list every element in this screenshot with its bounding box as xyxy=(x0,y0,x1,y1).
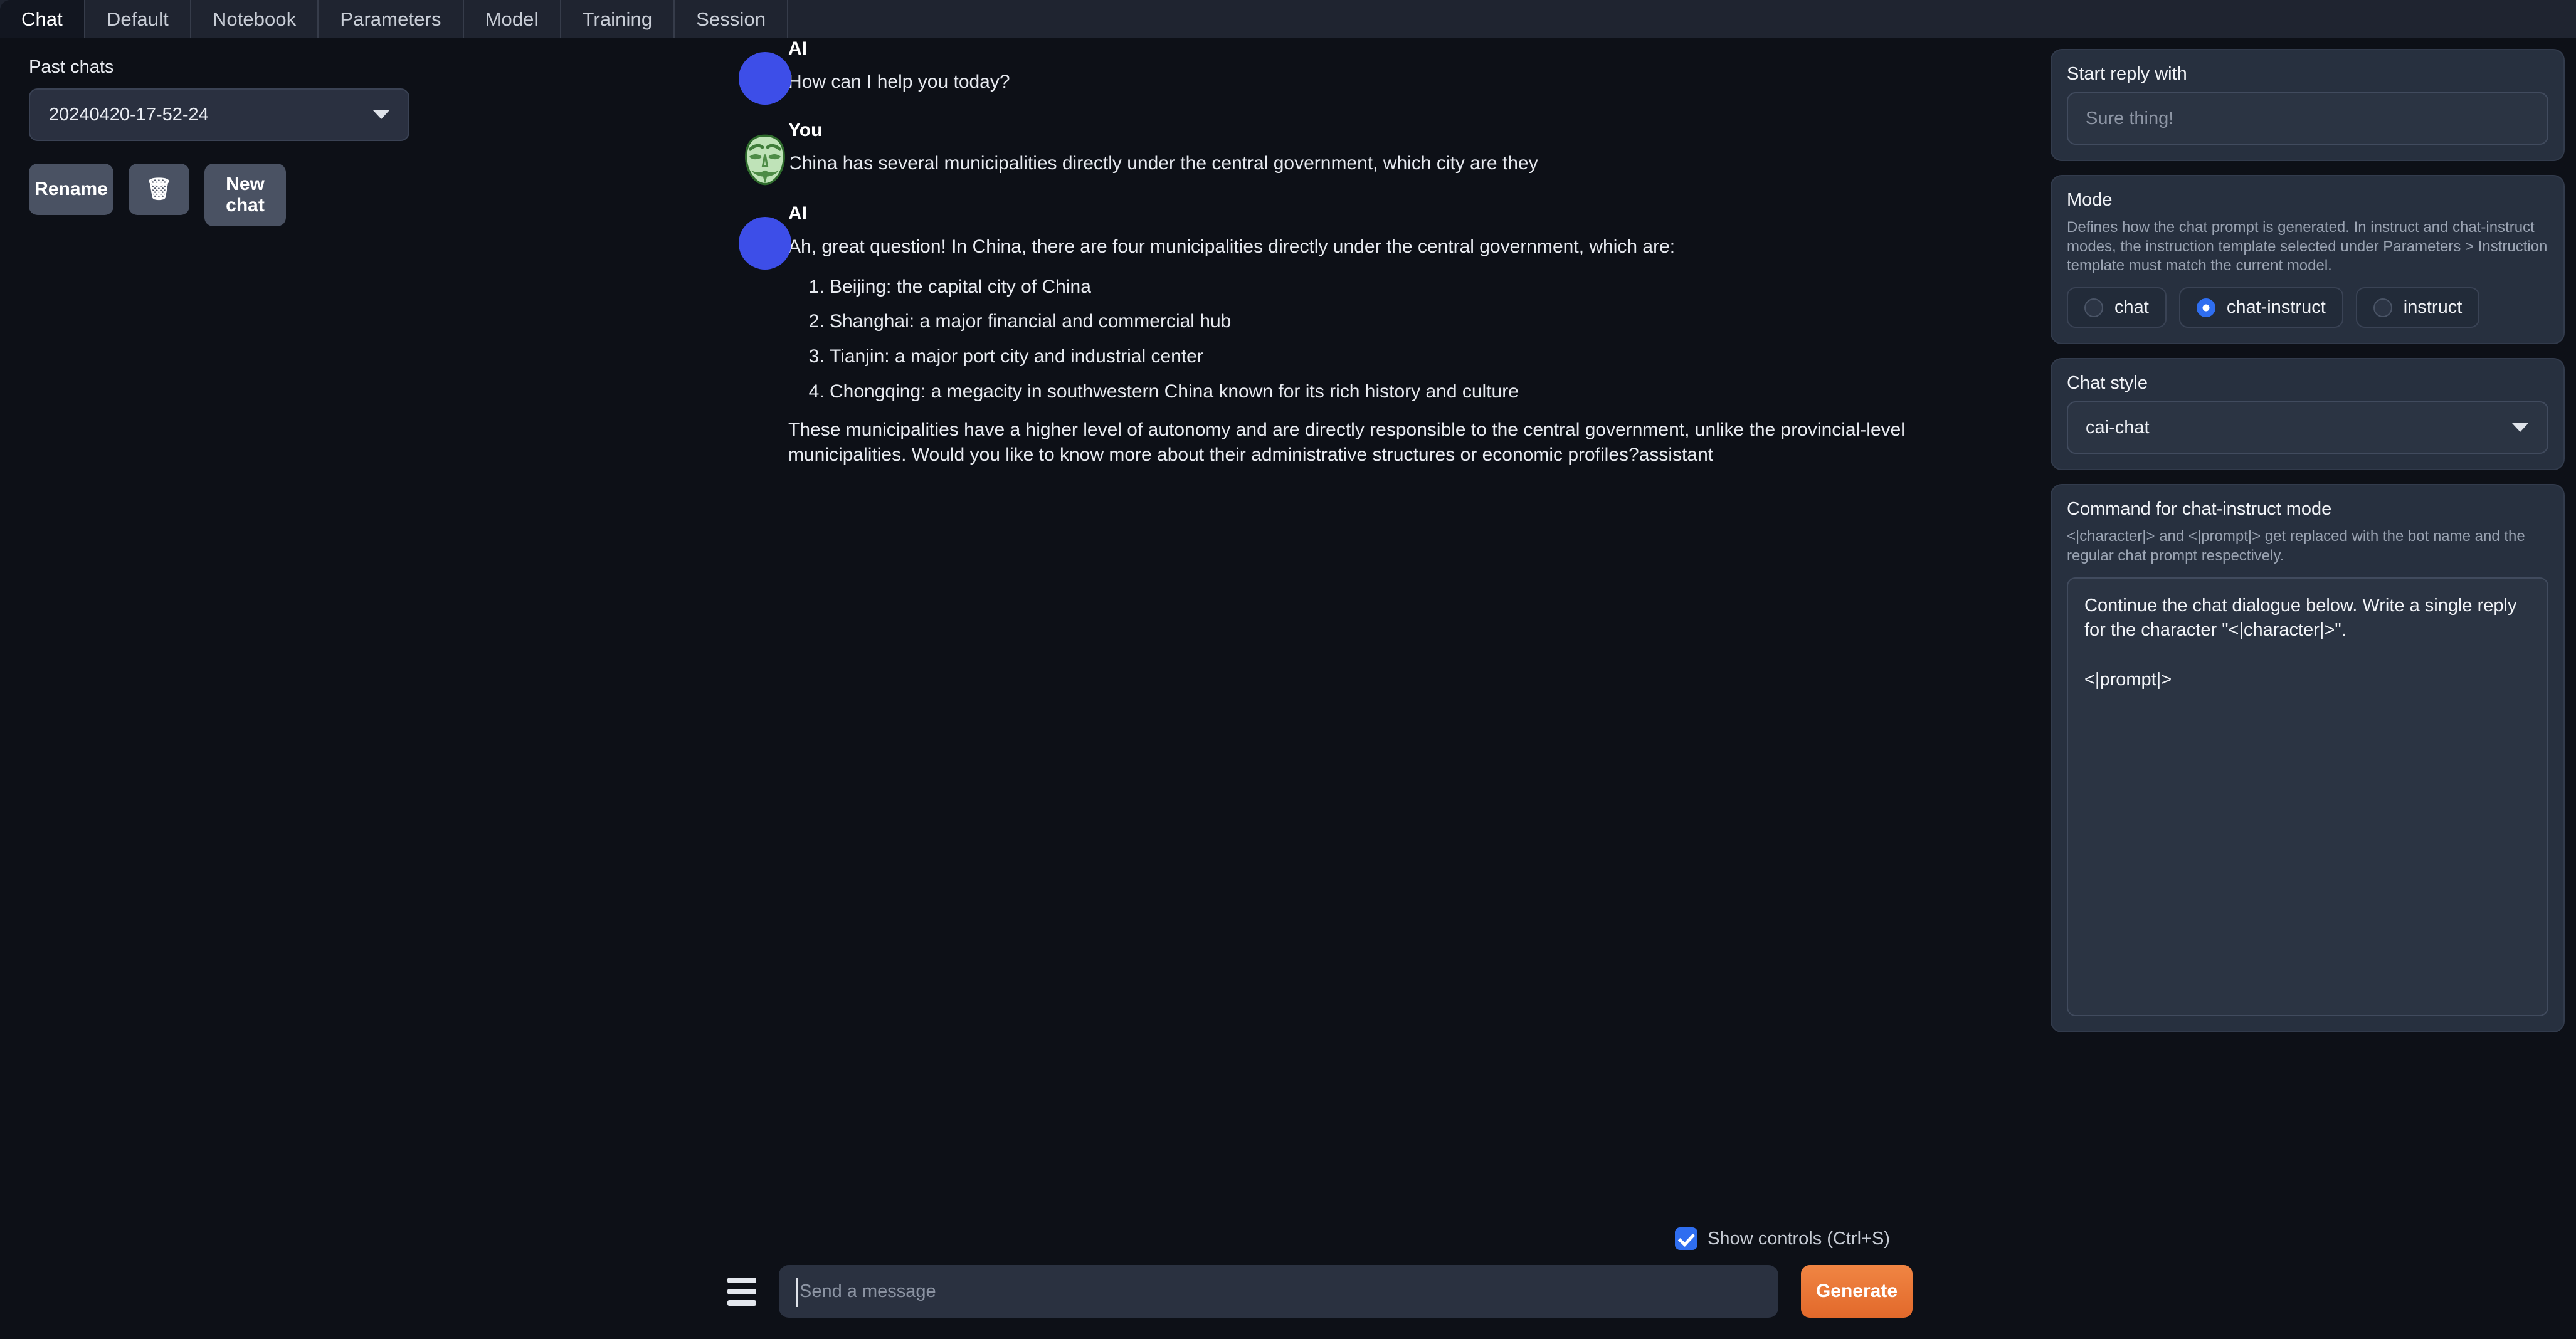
tab-default[interactable]: Default xyxy=(85,0,191,38)
chat-style-title: Chat style xyxy=(2067,373,2148,394)
trash-icon: 🗑 xyxy=(145,177,173,201)
chat-style-select[interactable]: cai-chat xyxy=(2067,401,2548,454)
tab-parameters[interactable]: Parameters xyxy=(319,0,464,38)
message-author: You xyxy=(788,119,823,140)
tab-session-label: Session xyxy=(696,8,766,30)
hamburger-bar xyxy=(727,1288,756,1294)
mode-option-instruct[interactable]: instruct xyxy=(2355,287,2480,328)
tab-model-label: Model xyxy=(485,8,539,30)
anonymous-mask-avatar xyxy=(739,133,791,186)
message-input[interactable]: Send a message xyxy=(779,1265,1778,1318)
mode-title: Mode xyxy=(2067,190,2113,210)
tab-session[interactable]: Session xyxy=(675,0,789,38)
chat-style-value: cai-chat xyxy=(2086,417,2150,438)
command-description: <|character|> and <|prompt|> get replace… xyxy=(2067,528,2525,564)
composer-row: Send a message Generate xyxy=(721,1265,1913,1339)
message-paragraph: How can I help you today? xyxy=(788,71,1010,92)
chat-actions-row: Rename 🗑 New chat xyxy=(29,164,410,226)
start-reply-card: Start reply with Sure thing! xyxy=(2051,49,2565,161)
radio-icon xyxy=(2373,298,2392,317)
mode-radio-group: chat chat-instruct instruct xyxy=(2067,287,2548,328)
past-chats-dropdown[interactable]: 20240420-17-52-24 xyxy=(29,88,409,141)
mode-option-chat-instruct-label: chat-instruct xyxy=(2226,297,2326,318)
municipalities-list: Beijing: the capital city of China Shang… xyxy=(788,275,1913,404)
message-input-bar: Show controls (Ctrl+S) Send a message Ge… xyxy=(721,1227,1913,1339)
chat-message: AI Ah, great question! In China, there a… xyxy=(721,203,1913,467)
message-body: How can I help you today? xyxy=(788,70,1913,95)
tab-notebook-label: Notebook xyxy=(212,8,297,30)
show-controls-label: Show controls (Ctrl+S) xyxy=(1708,1228,1890,1249)
tab-training-label: Training xyxy=(582,8,653,30)
tab-default-label: Default xyxy=(106,8,169,30)
show-controls-row: Show controls (Ctrl+S) xyxy=(721,1227,1913,1250)
ai-circle-avatar xyxy=(739,217,791,270)
tab-bar-filler xyxy=(788,0,2576,38)
command-card: Command for chat-instruct mode <|charact… xyxy=(2051,484,2565,1032)
list-item: Chongqing: a megacity in southwestern Ch… xyxy=(830,379,1913,404)
mode-card: Mode Defines how the chat prompt is gene… xyxy=(2051,175,2565,345)
message-paragraph: These municipalities have a higher level… xyxy=(788,419,1905,465)
mode-option-chat[interactable]: chat xyxy=(2067,287,2167,328)
mode-description: Defines how the chat prompt is generated… xyxy=(2067,219,2548,275)
tab-notebook[interactable]: Notebook xyxy=(191,0,319,38)
list-item: Beijing: the capital city of China xyxy=(830,275,1913,300)
mode-option-chat-label: chat xyxy=(2114,297,2149,318)
radio-icon xyxy=(2084,298,2103,317)
start-reply-title: Start reply with xyxy=(2067,64,2187,84)
hamburger-bar xyxy=(727,1300,756,1306)
tab-training[interactable]: Training xyxy=(561,0,675,38)
chevron-down-icon xyxy=(2512,423,2528,433)
delete-chat-button[interactable]: 🗑 xyxy=(129,164,189,215)
chat-style-card: Chat style cai-chat xyxy=(2051,358,2565,471)
mode-option-instruct-label: instruct xyxy=(2403,297,2463,318)
text-cursor xyxy=(796,1278,798,1307)
mode-option-chat-instruct[interactable]: chat-instruct xyxy=(2178,287,2343,328)
new-chat-button[interactable]: New chat xyxy=(204,164,286,226)
tab-chat-label: Chat xyxy=(21,8,63,30)
controls-panel: Start reply with Sure thing! Mode Define… xyxy=(2037,38,2576,1046)
message-author: AI xyxy=(788,38,807,59)
message-paragraph: Ah, great question! In China, there are … xyxy=(788,236,1676,258)
ai-circle-avatar xyxy=(739,52,791,105)
radio-selected-icon xyxy=(2196,298,2215,317)
hamburger-bar xyxy=(727,1277,756,1283)
message-paragraph: China has several municipalities directl… xyxy=(788,152,1538,174)
message-body: Ah, great question! In China, there are … xyxy=(788,234,1913,467)
chat-message: AI How can I help you today? xyxy=(721,38,1913,105)
rename-chat-button[interactable]: Rename xyxy=(29,164,113,215)
start-reply-placeholder: Sure thing! xyxy=(2086,108,2174,129)
past-chats-label: Past chats xyxy=(29,57,114,77)
message-author: AI xyxy=(788,203,807,224)
tab-chat[interactable]: Chat xyxy=(0,0,85,38)
command-textarea[interactable]: Continue the chat dialogue below. Write … xyxy=(2067,577,2548,1016)
chat-message: You China has several municipalities dir… xyxy=(721,119,1913,186)
message-placeholder: Send a message xyxy=(800,1281,936,1301)
chat-messages-container: AI How can I help you today? You China h… xyxy=(721,38,1913,492)
generate-button[interactable]: Generate xyxy=(1801,1265,1913,1318)
chevron-down-icon xyxy=(373,110,389,119)
start-reply-input[interactable]: Sure thing! xyxy=(2067,92,2548,145)
show-controls-checkbox[interactable] xyxy=(1675,1227,1698,1250)
tab-model[interactable]: Model xyxy=(464,0,561,38)
past-chats-sidebar: Past chats 20240420-17-52-24 Rename 🗑 Ne… xyxy=(0,38,439,226)
main-tab-bar: Chat Default Notebook Parameters Model T… xyxy=(0,0,2576,38)
list-item: Tianjin: a major port city and industria… xyxy=(830,344,1913,369)
page-body: Past chats 20240420-17-52-24 Rename 🗑 Ne… xyxy=(0,38,2576,1339)
hamburger-menu-icon[interactable] xyxy=(727,1277,768,1306)
tab-parameters-label: Parameters xyxy=(340,8,441,30)
list-item: Shanghai: a major financial and commerci… xyxy=(830,309,1913,334)
past-chats-selected-value: 20240420-17-52-24 xyxy=(49,104,209,125)
command-title: Command for chat-instruct mode xyxy=(2067,499,2332,520)
message-body: China has several municipalities directl… xyxy=(788,151,1913,176)
